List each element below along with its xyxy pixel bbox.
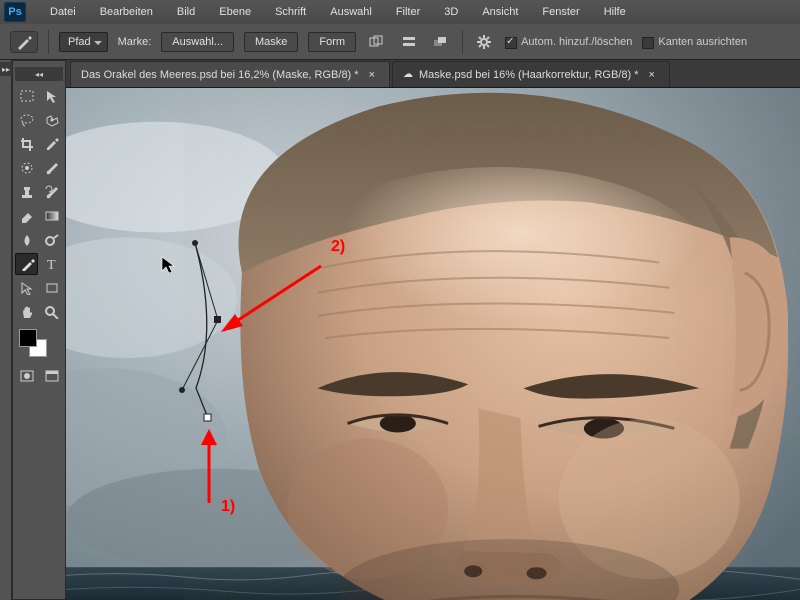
menu-fenster[interactable]: Fenster [532, 4, 589, 20]
document-tab-1[interactable]: Das Orakel des Meeres.psd bei 16,2% (Mas… [70, 61, 390, 87]
tool-type[interactable]: T [40, 253, 63, 275]
toolbox-handle-icon[interactable]: ◂◂ [15, 67, 63, 81]
tool-dodge[interactable] [40, 229, 63, 251]
kanten-label: Kanten ausrichten [658, 36, 747, 48]
toolbox: ◂◂ T [12, 60, 66, 600]
svg-text:T: T [47, 258, 56, 271]
tool-stamp[interactable] [15, 181, 38, 203]
canvas[interactable]: 2) 1) [66, 88, 800, 600]
menu-hilfe[interactable]: Hilfe [594, 4, 636, 20]
checkbox-icon [642, 37, 654, 49]
arrow-2-icon [211, 258, 331, 348]
auto-add-label: Autom. hinzuf./löschen [521, 36, 632, 48]
menu-datei[interactable]: Datei [40, 4, 86, 20]
tab-bar: Das Orakel des Meeres.psd bei 16,2% (Mas… [66, 60, 800, 88]
path-op-combine-icon[interactable] [366, 32, 388, 52]
pen-icon [15, 34, 33, 50]
separator [462, 30, 463, 54]
menu-bild[interactable]: Bild [167, 4, 205, 20]
cloud-icon: ☁ [403, 69, 413, 80]
document-tab-2[interactable]: ☁ Maske.psd bei 16% (Haarkorrektur, RGB/… [392, 61, 670, 87]
arrow-1-icon [191, 423, 231, 513]
path-arrange-icon[interactable] [430, 32, 452, 52]
tool-path-select[interactable] [15, 277, 38, 299]
tool-quickmask[interactable] [15, 365, 38, 387]
mode-select[interactable]: Pfad [59, 32, 108, 52]
menu-bearbeiten[interactable]: Bearbeiten [90, 4, 163, 20]
current-tool-indicator[interactable] [10, 31, 38, 53]
tool-marquee[interactable] [15, 85, 38, 107]
marker-label: Marke: [118, 36, 152, 48]
tool-blur[interactable] [15, 229, 38, 251]
menu-3d[interactable]: 3D [434, 4, 468, 20]
photoshop-app: Ps Datei Bearbeiten Bild Ebene Schrift A… [0, 0, 800, 600]
checkbox-checked-icon [505, 37, 517, 49]
tab-title: Maske.psd bei 16% (Haarkorrektur, RGB/8)… [419, 69, 638, 81]
kanten-checkbox[interactable]: Kanten ausrichten [642, 36, 747, 48]
document-area: Das Orakel des Meeres.psd bei 16,2% (Mas… [66, 60, 800, 600]
cursor-icon [161, 256, 175, 274]
menu-ebene[interactable]: Ebene [209, 4, 261, 20]
path-align-icon[interactable] [398, 32, 420, 52]
tool-eyedropper[interactable] [40, 133, 63, 155]
tool-eraser[interactable] [15, 205, 38, 227]
tool-screenmode[interactable] [40, 365, 63, 387]
close-icon[interactable]: × [644, 69, 658, 81]
tool-pen[interactable] [15, 253, 38, 275]
menu-filter[interactable]: Filter [386, 4, 430, 20]
tool-hand[interactable] [15, 301, 38, 323]
tool-spot-heal[interactable] [15, 157, 38, 179]
tool-history-brush[interactable] [40, 181, 63, 203]
tab-title: Das Orakel des Meeres.psd bei 16,2% (Mas… [81, 69, 359, 81]
menubar: Ps Datei Bearbeiten Bild Ebene Schrift A… [0, 0, 800, 24]
tool-brush[interactable] [40, 157, 63, 179]
menu-schrift[interactable]: Schrift [265, 4, 316, 20]
auto-add-checkbox[interactable]: Autom. hinzuf./löschen [505, 36, 632, 48]
options-bar: Pfad Marke: Auswahl... Maske Form Autom.… [0, 24, 800, 60]
document-image [66, 88, 800, 600]
foreground-swatch[interactable] [19, 329, 37, 347]
tool-lasso[interactable] [15, 109, 38, 131]
tool-zoom[interactable] [40, 301, 63, 323]
close-icon[interactable]: × [365, 69, 379, 81]
photoshop-logo[interactable]: Ps [4, 2, 26, 22]
tool-crop[interactable] [15, 133, 38, 155]
collapse-strip[interactable]: ▸▸ [0, 60, 12, 600]
expand-icon: ▸▸ [0, 62, 12, 76]
menu-ansicht[interactable]: Ansicht [472, 4, 528, 20]
color-swatches[interactable] [15, 325, 63, 363]
form-button[interactable]: Form [308, 32, 356, 52]
tool-move[interactable] [40, 85, 63, 107]
tool-shape[interactable] [40, 277, 63, 299]
menu-auswahl[interactable]: Auswahl [320, 4, 382, 20]
tool-quick-select[interactable] [40, 109, 63, 131]
maske-button[interactable]: Maske [244, 32, 298, 52]
separator [48, 30, 49, 54]
gear-icon[interactable] [473, 32, 495, 52]
workspace: ▸▸ ◂◂ T Das Orakel des Meeres.psd bei 1 [0, 60, 800, 600]
auswahl-button[interactable]: Auswahl... [161, 32, 234, 52]
tool-gradient[interactable] [40, 205, 63, 227]
